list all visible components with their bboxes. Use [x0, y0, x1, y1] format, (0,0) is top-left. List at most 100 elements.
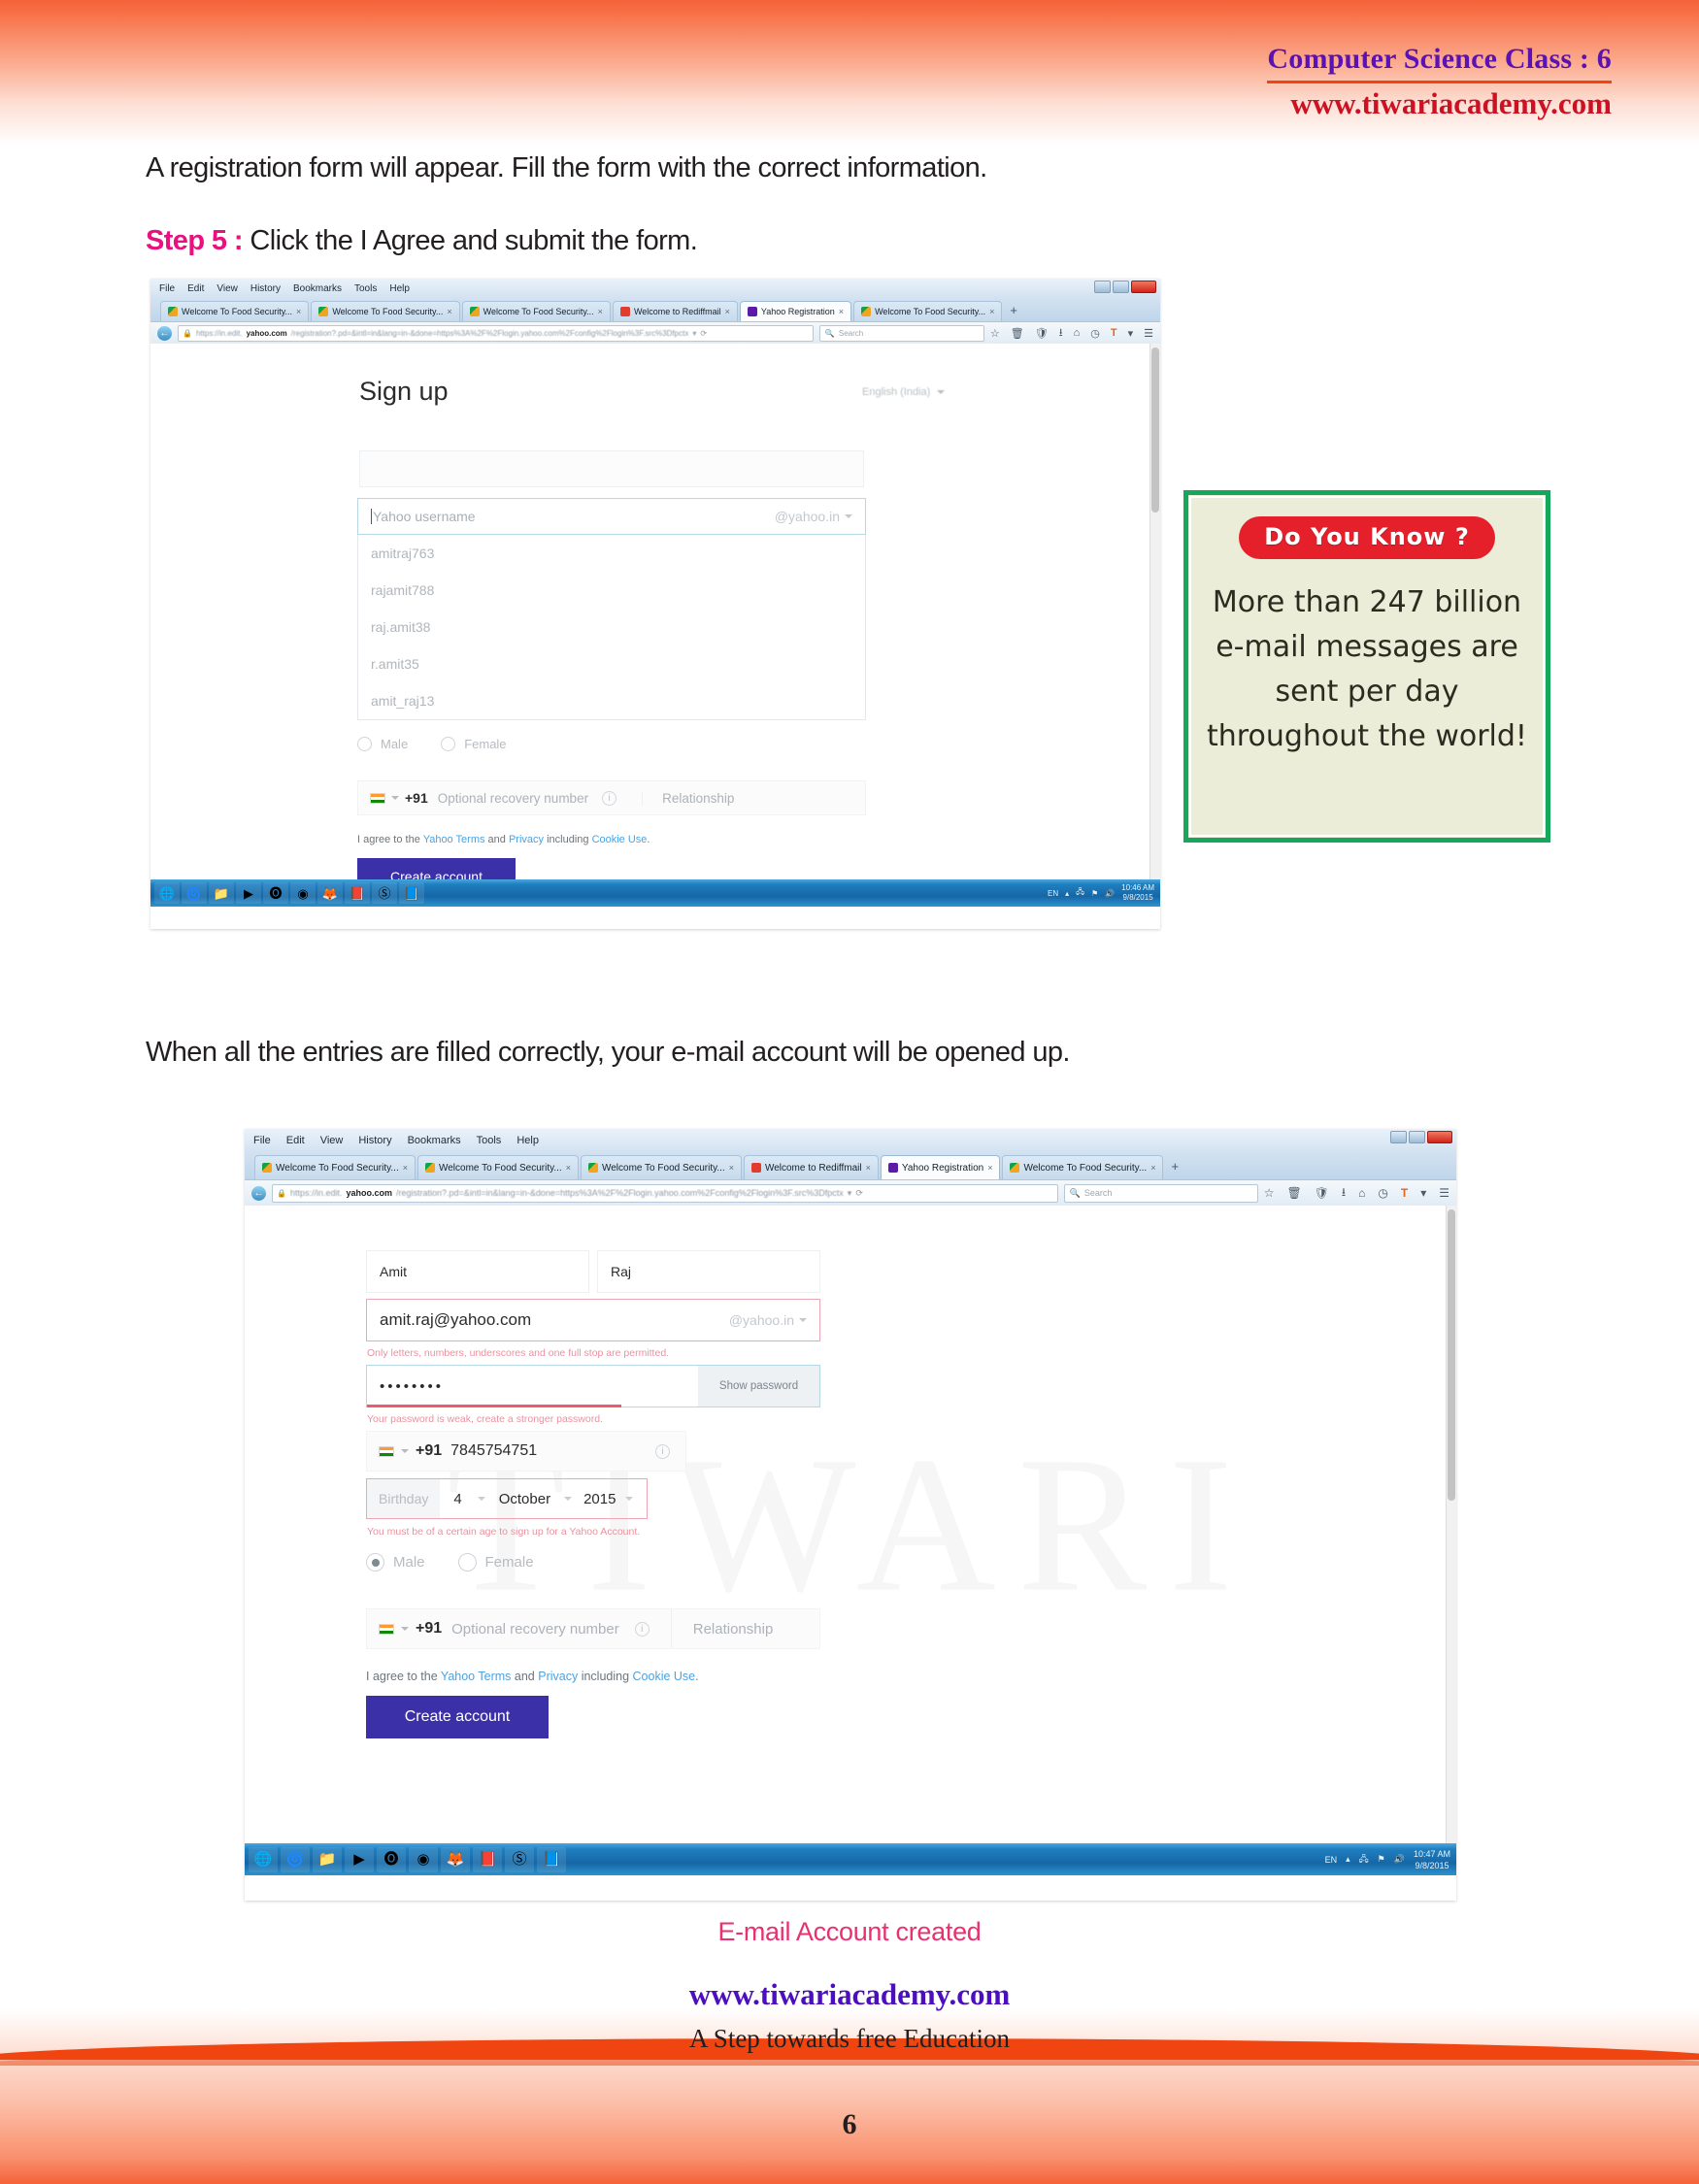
- trash-icon[interactable]: 🗑: [1011, 327, 1024, 340]
- browser-toolbar-icons-2[interactable]: ☆ 🗑 🛡 ⭳ ⌂ ◷ T ▾ ☰: [1264, 1183, 1449, 1204]
- scrollbar-thumb[interactable]: [1151, 347, 1159, 513]
- browser-tab[interactable]: Welcome To Food Security... ×: [311, 301, 460, 321]
- gender-male-1[interactable]: Male: [357, 737, 408, 751]
- chevron-down-icon[interactable]: [625, 1497, 634, 1501]
- menu-icon[interactable]: ☰: [1144, 327, 1153, 340]
- clock-icon[interactable]: ◷: [1378, 1186, 1387, 1200]
- terms-link[interactable]: Yahoo Terms: [441, 1670, 512, 1683]
- url-input[interactable]: 🔒 https://in.edit. yahoo.com/registration…: [272, 1183, 1058, 1203]
- suggestion-item[interactable]: rajamit788: [358, 572, 865, 609]
- chevron-down-icon[interactable]: [564, 1497, 573, 1501]
- create-account-button-1[interactable]: Create account: [357, 858, 516, 879]
- browser-menubar-1[interactable]: File Edit View History Bookmarks Tools H…: [150, 279, 1160, 298]
- browser-icon[interactable]: 🌐: [249, 1846, 278, 1872]
- star-icon[interactable]: ☆: [1264, 1186, 1275, 1200]
- menu-history[interactable]: History: [250, 283, 281, 294]
- tab-close-icon[interactable]: ×: [447, 307, 451, 316]
- windows-taskbar-1[interactable]: 🌐 🌀 📁 ▶ 🅞 ◉ 🦊 📕 Ⓢ 📘 EN ▴ 🖧 ⚑ 🔊 10:46 AM …: [150, 879, 1160, 907]
- first-name-input[interactable]: Amit: [366, 1250, 589, 1293]
- menu-file[interactable]: File: [253, 1135, 271, 1146]
- reload-icon[interactable]: ⟳: [855, 1188, 863, 1199]
- birthday-row[interactable]: Birthday 4 October 2015: [366, 1478, 648, 1519]
- chrome-icon[interactable]: ◉: [290, 882, 316, 904]
- taskbar-clock-2[interactable]: 10:47 AM 9/8/2015: [1414, 1848, 1450, 1871]
- menu-history[interactable]: History: [358, 1135, 391, 1146]
- menu-icon[interactable]: ☰: [1439, 1186, 1449, 1200]
- home-icon[interactable]: ⌂: [1358, 1186, 1365, 1200]
- explorer-icon[interactable]: 📁: [313, 1846, 342, 1872]
- password-input[interactable]: •••••••• Show password: [366, 1365, 820, 1407]
- maximize-icon[interactable]: [1113, 281, 1129, 293]
- skype-icon[interactable]: Ⓢ: [372, 882, 397, 904]
- search-input[interactable]: 🔍 Search: [1063, 1183, 1258, 1203]
- email-input[interactable]: amit.raj@yahoo.com @yahoo.in: [366, 1299, 820, 1341]
- terms-link[interactable]: Yahoo Terms: [423, 834, 485, 845]
- gender-group-1[interactable]: Male Female: [357, 737, 507, 751]
- T-icon[interactable]: T: [1111, 327, 1117, 339]
- gender-female-1[interactable]: Female: [441, 737, 507, 751]
- gender-male-2[interactable]: Male: [366, 1553, 425, 1572]
- suggestion-item[interactable]: amitraj763: [358, 535, 865, 572]
- relationship-placeholder-2[interactable]: Relationship: [670, 1609, 773, 1648]
- download-icon[interactable]: ⭳: [1059, 324, 1063, 343]
- search-input[interactable]: 🔍 Search: [818, 324, 984, 342]
- last-name-input[interactable]: Raj: [597, 1250, 820, 1293]
- browser-tab[interactable]: Welcome To Food Security... ×: [580, 1155, 742, 1179]
- suggestion-item[interactable]: raj.amit38: [358, 609, 865, 645]
- word-icon[interactable]: 📘: [399, 882, 424, 904]
- chevron-down-icon[interactable]: [477, 1497, 485, 1501]
- info-icon[interactable]: i: [602, 790, 617, 806]
- browser-tab[interactable]: Welcome to Rediffmail ×: [743, 1155, 879, 1179]
- taskbar-icons-1[interactable]: 🌐 🌀 📁 ▶ 🅞 ◉ 🦊 📕 Ⓢ 📘: [150, 882, 424, 904]
- relationship-placeholder-1[interactable]: Relationship: [642, 790, 734, 806]
- chrome-icon[interactable]: ◉: [409, 1846, 438, 1872]
- star-icon[interactable]: ☆: [990, 327, 1000, 340]
- menu-bookmarks[interactable]: Bookmarks: [408, 1135, 461, 1146]
- page-scrollbar-1[interactable]: [1149, 344, 1160, 879]
- action-center-icon[interactable]: ⚑: [1378, 1854, 1385, 1865]
- scrollbar-thumb[interactable]: [1448, 1209, 1455, 1501]
- taskbar-tray-2[interactable]: EN ▴ 🖧 ⚑ 🔊 10:47 AM 9/8/2015: [1325, 1848, 1456, 1871]
- language-selector-1[interactable]: English (India): [862, 386, 946, 398]
- opera-icon[interactable]: 🅞: [377, 1846, 406, 1872]
- language-indicator-2[interactable]: EN: [1325, 1855, 1338, 1865]
- media-player-icon[interactable]: ▶: [345, 1846, 374, 1872]
- minimize-icon[interactable]: [1094, 281, 1111, 293]
- menu-tools[interactable]: Tools: [354, 283, 377, 294]
- menu-help[interactable]: Help: [389, 283, 410, 294]
- menu-file[interactable]: File: [159, 283, 175, 294]
- maximize-icon[interactable]: [1409, 1131, 1425, 1143]
- page-scrollbar-2[interactable]: [1446, 1206, 1456, 1843]
- browser-tab[interactable]: Welcome To Food Security... ×: [416, 1155, 579, 1179]
- opera-icon[interactable]: 🅞: [263, 882, 288, 904]
- volume-icon[interactable]: 🔊: [1105, 889, 1115, 898]
- back-icon[interactable]: ←: [157, 325, 172, 341]
- cookie-link[interactable]: Cookie Use: [633, 1670, 696, 1683]
- gender-female-2[interactable]: Female: [457, 1553, 534, 1572]
- reload-icon[interactable]: ⟳: [700, 329, 707, 338]
- browser-tab[interactable]: Welcome To Food Security... ×: [461, 301, 611, 321]
- show-password-button[interactable]: Show password: [698, 1366, 819, 1406]
- recovery-row-1[interactable]: +91 Optional recovery number i Relations…: [357, 780, 866, 815]
- url-input[interactable]: 🔒 https://in.edit. yahoo.com/registration…: [178, 324, 814, 342]
- browser-tab[interactable]: Welcome To Food Security... ×: [160, 301, 310, 321]
- pdf-icon[interactable]: 📕: [345, 882, 370, 904]
- browser-toolbar-icons-1[interactable]: ☆ 🗑 🛡 ⭳ ⌂ ◷ T ▾ ☰: [990, 324, 1153, 343]
- tab-close-icon[interactable]: ×: [566, 1163, 571, 1173]
- tab-close-icon[interactable]: ×: [1150, 1163, 1155, 1173]
- browser-tab[interactable]: Welcome To Food Security... ×: [853, 301, 1003, 321]
- url-dropdown-icon[interactable]: ▾: [848, 1188, 852, 1199]
- volume-icon[interactable]: 🔊: [1394, 1854, 1405, 1865]
- username-suggestions-1[interactable]: amitraj763 rajamit788 raj.amit38 r.amit3…: [357, 535, 866, 720]
- trash-icon[interactable]: 🗑: [1286, 1186, 1301, 1200]
- minimize-icon[interactable]: [1390, 1131, 1407, 1143]
- back-icon[interactable]: ←: [251, 1185, 266, 1201]
- action-center-icon[interactable]: ⚑: [1091, 889, 1098, 898]
- home-icon[interactable]: ⌂: [1074, 327, 1081, 339]
- recovery-row-2[interactable]: +91 Optional recovery number i Relations…: [366, 1608, 820, 1649]
- tab-close-icon[interactable]: ×: [839, 307, 844, 316]
- firefox-icon[interactable]: 🦊: [441, 1846, 470, 1872]
- birthday-month[interactable]: October: [499, 1491, 550, 1507]
- browser-urlbar-1[interactable]: ← 🔒 https://in.edit. yahoo.com/registrati…: [150, 321, 1160, 344]
- taskbar-tray-1[interactable]: EN ▴ 🖧 ⚑ 🔊 10:46 AM 9/8/2015: [1048, 883, 1160, 903]
